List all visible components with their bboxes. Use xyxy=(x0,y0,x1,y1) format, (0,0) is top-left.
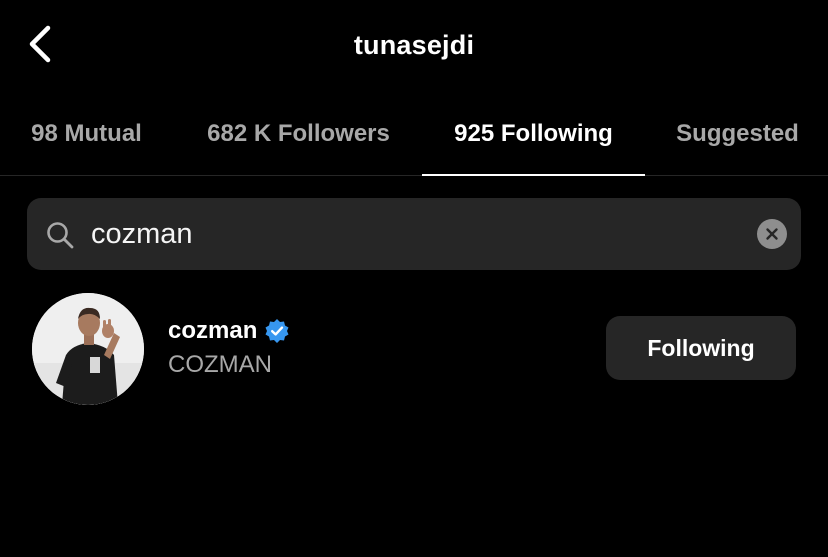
clear-search-button[interactable] xyxy=(757,219,787,249)
tab-bar: 98 Mutual 682 K Followers 925 Following … xyxy=(0,92,828,176)
tab-mutual[interactable]: 98 Mutual xyxy=(10,92,163,175)
search-icon xyxy=(47,222,74,249)
verified-badge-icon xyxy=(265,319,289,343)
search-input[interactable] xyxy=(91,212,731,256)
search-bar xyxy=(27,198,801,270)
profile-photo xyxy=(32,293,144,405)
full-name: COZMAN xyxy=(168,351,272,378)
active-tab-indicator xyxy=(422,174,645,176)
tab-suggested[interactable]: Suggested xyxy=(660,92,815,175)
username-line: cozman xyxy=(168,317,290,345)
clear-icon xyxy=(766,228,778,240)
header: tunasejdi xyxy=(0,0,828,92)
user-list-item[interactable]: cozman COZMAN Following xyxy=(0,285,828,415)
page-title: tunasejdi xyxy=(353,30,475,60)
following-button[interactable]: Following xyxy=(606,316,796,380)
tab-followers[interactable]: 682 K Followers xyxy=(185,92,412,175)
username: cozman xyxy=(168,317,258,344)
tab-following[interactable]: 925 Following xyxy=(422,92,645,175)
avatar[interactable] xyxy=(32,293,144,405)
